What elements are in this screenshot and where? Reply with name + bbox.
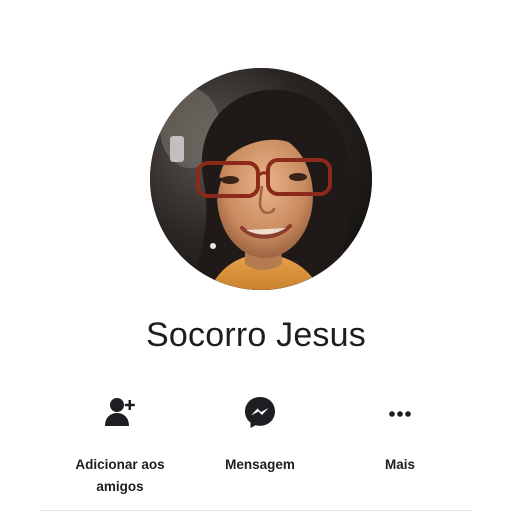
message-label: Mensagem — [225, 457, 295, 472]
add-friend-label: Adicionar aos amigos — [75, 457, 165, 494]
profile-name: Socorro Jesus — [146, 316, 366, 354]
profile-page: Socorro Jesus Adicionar aos amigos Mensa… — [0, 0, 512, 512]
more-icon — [380, 392, 420, 432]
message-button[interactable]: Mensagem — [185, 392, 335, 476]
more-label: Mais — [384, 457, 415, 472]
profile-avatar[interactable] — [150, 68, 372, 290]
add-friend-button[interactable]: Adicionar aos amigos — [45, 392, 195, 498]
divider — [40, 510, 472, 511]
messenger-icon — [240, 392, 280, 432]
more-button[interactable]: Mais — [325, 392, 475, 476]
profile-photo — [150, 68, 372, 290]
add-friend-icon — [100, 392, 140, 432]
